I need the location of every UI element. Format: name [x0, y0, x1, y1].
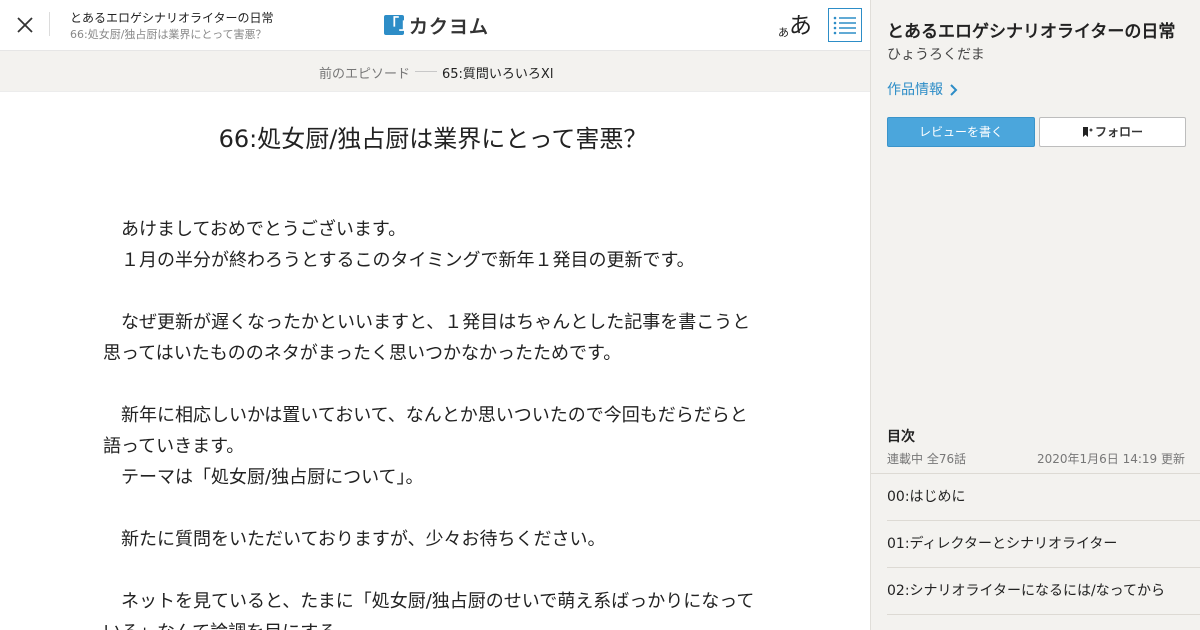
- font-size-button[interactable]: あ あ: [778, 10, 812, 40]
- episode-body: あけましておめでとうございます。 １月の半分が終わろうとするこのタイミングで新年…: [103, 214, 783, 630]
- nav-separator-line: [415, 71, 437, 72]
- logo-text: カクヨム: [409, 15, 490, 38]
- follow-button[interactable]: フォロー: [1039, 117, 1186, 147]
- toc-toggle-button[interactable]: [828, 8, 862, 42]
- sidebar-author-link[interactable]: ひょうろくだま: [887, 45, 985, 65]
- episode-navigation: 前のエピソード 65:質問いろいろXl: [0, 51, 870, 92]
- prev-episode-title-link[interactable]: 65:質問いろいろXl: [442, 63, 553, 82]
- toc-item[interactable]: 01:ディレクターとシナリオライター: [887, 521, 1200, 568]
- episode-paragraph: なぜ更新が遅くなったかといいますと、１発目はちゃんとした記事を書こうと: [103, 312, 751, 333]
- logo-mark-icon: 「」: [384, 15, 415, 35]
- top-bar: とあるエロゲシナリオライターの日常 66:処女厨/独占厨は業界にとって害悪？ 「…: [0, 0, 870, 51]
- kakuyomu-logo[interactable]: 「」 カクヨム: [384, 13, 490, 38]
- episode-paragraph: 新年に相応しいかは置いておいて、なんとか思いついたので今回もだらだらと: [103, 405, 748, 426]
- toc-item[interactable]: 02:シナリオライターになるには/なってから: [887, 568, 1200, 615]
- episode-paragraph: ネットを見ていると、たまに「処女厨/独占厨のせいで萌え系ばっかりになって: [103, 591, 755, 612]
- episode-paragraph: [103, 369, 783, 400]
- episode-paragraph: あけましておめでとうございます。: [103, 219, 407, 240]
- work-info-link[interactable]: 作品情報: [887, 80, 958, 100]
- episode-paragraph: いる」なんて論調を目にする。: [103, 617, 783, 630]
- toc-status: 連載中 全76話: [887, 452, 967, 466]
- reader-main: とあるエロゲシナリオライターの日常 66:処女厨/独占厨は業界にとって害悪？ 「…: [0, 0, 870, 630]
- topbar-divider: [49, 12, 50, 36]
- episode-paragraph: [103, 555, 783, 586]
- episode-paragraph: [103, 276, 783, 307]
- episode-paragraph: 思ってはいたもののネタがまったく思いつかなかったためです。: [103, 343, 622, 364]
- work-sidebar: とあるエロゲシナリオライターの日常 ひょうろくだま 作品情報 レビューを書く フ…: [870, 0, 1200, 630]
- work-title-link[interactable]: とあるエロゲシナリオライターの日常: [70, 11, 274, 26]
- episode-paragraph: [103, 493, 783, 524]
- current-episode-title: 66:処女厨/独占厨は業界にとって害悪？: [70, 28, 267, 41]
- font-size-small-glyph: あ: [778, 26, 789, 39]
- bookmark-plus-icon: [1082, 127, 1093, 137]
- prev-episode-link[interactable]: 前のエピソード: [319, 63, 410, 82]
- toc-item[interactable]: 00:はじめに: [887, 474, 1200, 521]
- toc-updated: 2020年1月6日 14:19 更新: [1036, 452, 1185, 466]
- episode-paragraph: テーマは「処女厨/独占厨について」。: [103, 467, 424, 488]
- follow-button-label: フォロー: [1094, 125, 1143, 139]
- sidebar-work-title[interactable]: とあるエロゲシナリオライターの日常: [887, 20, 1175, 44]
- toc-heading: 目次: [887, 429, 915, 445]
- episode-paragraph: 新たに質問をいただいておりますが、少々お待ちください。: [103, 529, 606, 550]
- close-button[interactable]: [12, 12, 38, 38]
- toc-list: 00:はじめに 01:ディレクターとシナリオライター 02:シナリオライターになるに…: [887, 474, 1200, 615]
- close-icon: [17, 17, 33, 33]
- write-review-button[interactable]: レビューを書く: [887, 117, 1035, 147]
- episode-paragraph: １月の半分が終わろうとするこのタイミングで新年１発目の更新です。: [103, 250, 695, 271]
- list-icon: [833, 16, 856, 35]
- work-info-label: 作品情報: [887, 82, 943, 98]
- episode-paragraph: 語っていきます。: [103, 436, 245, 457]
- episode-heading: 66:処女厨/独占厨は業界にとって害悪？: [218, 125, 648, 153]
- chevron-right-icon: [950, 84, 958, 96]
- font-size-large-glyph: あ: [789, 13, 812, 39]
